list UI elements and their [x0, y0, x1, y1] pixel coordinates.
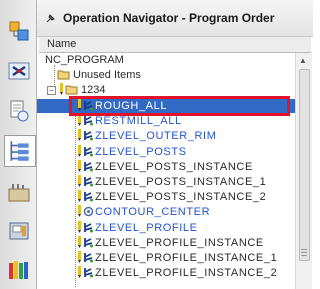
- program-group-node[interactable]: − 1234: [37, 83, 295, 97]
- navigator-title: Operation Navigator - Program Order: [63, 11, 275, 25]
- milling-operation-icon: [83, 146, 94, 161]
- milling-operation-icon: [83, 130, 94, 145]
- constraint-navigator-icon[interactable]: [6, 58, 32, 84]
- operation-label: ZLEVEL_PROFILE_INSTANCE_2: [95, 267, 278, 279]
- status-pencil-icon: [77, 175, 82, 191]
- part-navigator-icon[interactable]: [6, 98, 32, 124]
- navigator-title-bar: Operation Navigator - Program Order: [37, 0, 313, 37]
- folder-icon: [57, 70, 70, 80]
- tree-root[interactable]: NC_PROGRAM: [37, 53, 295, 67]
- operation-row[interactable]: ZLEVEL_PROFILE_INSTANCE_2: [37, 266, 295, 280]
- milling-operation-icon: [83, 115, 94, 130]
- milling-operation-icon: [83, 191, 94, 206]
- status-pencil-icon: [77, 129, 82, 145]
- operation-label: ZLEVEL_POSTS_INSTANCE_2: [95, 191, 267, 203]
- milling-operation-icon: [83, 222, 94, 237]
- operation-row[interactable]: CONTOUR_CENTER: [37, 205, 295, 219]
- operation-label: ZLEVEL_PROFILE_INSTANCE: [95, 237, 264, 249]
- milling-operation-icon: [83, 176, 94, 191]
- operation-row[interactable]: ZLEVEL_PROFILE_INSTANCE_1: [37, 251, 295, 265]
- milling-operation-icon: [83, 161, 94, 176]
- milling-operation-icon: [83, 267, 94, 282]
- operation-row[interactable]: ZLEVEL_POSTS_INSTANCE_2: [37, 190, 295, 204]
- milling-operation-icon: [83, 237, 94, 252]
- operation-navigator-icon[interactable]: [4, 135, 36, 167]
- operation-label: RESTMILL_ALL: [95, 115, 182, 127]
- status-pencil-icon: [77, 205, 82, 221]
- status-pencil-icon: [77, 114, 82, 130]
- name-column-label: Name: [47, 38, 77, 50]
- scroll-up-arrow-icon[interactable]: ▲: [299, 56, 307, 65]
- operation-row[interactable]: ZLEVEL_PROFILE: [37, 221, 295, 235]
- program-folder-icon: [65, 85, 78, 95]
- operation-row[interactable]: ZLEVEL_POSTS_INSTANCE_1: [37, 175, 295, 189]
- scroll-grip-icon: [301, 249, 307, 256]
- operation-label: ZLEVEL_POSTS: [95, 146, 187, 158]
- status-pencil-icon: [77, 221, 82, 237]
- contour-operation-icon: [83, 206, 94, 221]
- operation-row[interactable]: ZLEVEL_POSTS_INSTANCE: [37, 160, 295, 174]
- vertical-scrollbar[interactable]: ▲: [295, 53, 312, 289]
- operation-tree: NC_PROGRAM Unused Items − 1234 ROUGH_ALL…: [37, 53, 295, 289]
- pin-icon[interactable]: [45, 12, 57, 24]
- operation-label: ZLEVEL_PROFILE_INSTANCE_1: [95, 252, 278, 264]
- status-pencil-icon: [77, 190, 82, 206]
- name-column-header[interactable]: Name: [39, 37, 311, 53]
- status-pencil-icon: [77, 251, 82, 267]
- program-group-label: 1234: [81, 84, 106, 96]
- collapse-icon[interactable]: −: [47, 86, 56, 95]
- status-pencil-icon: [77, 266, 82, 282]
- status-pencil-icon: [77, 236, 82, 252]
- operation-label: CONTOUR_CENTER: [95, 206, 211, 218]
- machine-tool-icon[interactable]: [6, 218, 32, 244]
- resource-bar: [0, 0, 37, 289]
- operation-label: ZLEVEL_OUTER_RIM: [95, 130, 217, 142]
- status-pencil-icon: [59, 83, 64, 95]
- operation-label: ZLEVEL_PROFILE: [95, 222, 198, 234]
- operation-row[interactable]: ZLEVEL_POSTS: [37, 145, 295, 159]
- root-label: NC_PROGRAM: [45, 54, 124, 66]
- operation-row[interactable]: ZLEVEL_PROFILE_INSTANCE: [37, 236, 295, 250]
- selection-highlight-box: [69, 96, 290, 116]
- milling-operation-icon: [83, 252, 94, 267]
- tool-library-icon[interactable]: [6, 180, 32, 206]
- status-pencil-icon: [77, 145, 82, 161]
- operation-label: ZLEVEL_POSTS_INSTANCE_1: [95, 176, 267, 188]
- operation-navigator-panel: Operation Navigator - Program Order Name…: [37, 0, 313, 289]
- scroll-thumb[interactable]: [299, 69, 310, 261]
- unused-items-node[interactable]: Unused Items: [37, 68, 295, 82]
- operation-label: ZLEVEL_POSTS_INSTANCE: [95, 161, 253, 173]
- operation-row[interactable]: RESTMILL_ALL: [37, 114, 295, 128]
- palette-icon[interactable]: [6, 256, 32, 282]
- unused-items-label: Unused Items: [73, 69, 141, 81]
- operation-row[interactable]: ZLEVEL_OUTER_RIM: [37, 129, 295, 143]
- assembly-navigator-icon[interactable]: [6, 18, 32, 44]
- status-pencil-icon: [77, 160, 82, 176]
